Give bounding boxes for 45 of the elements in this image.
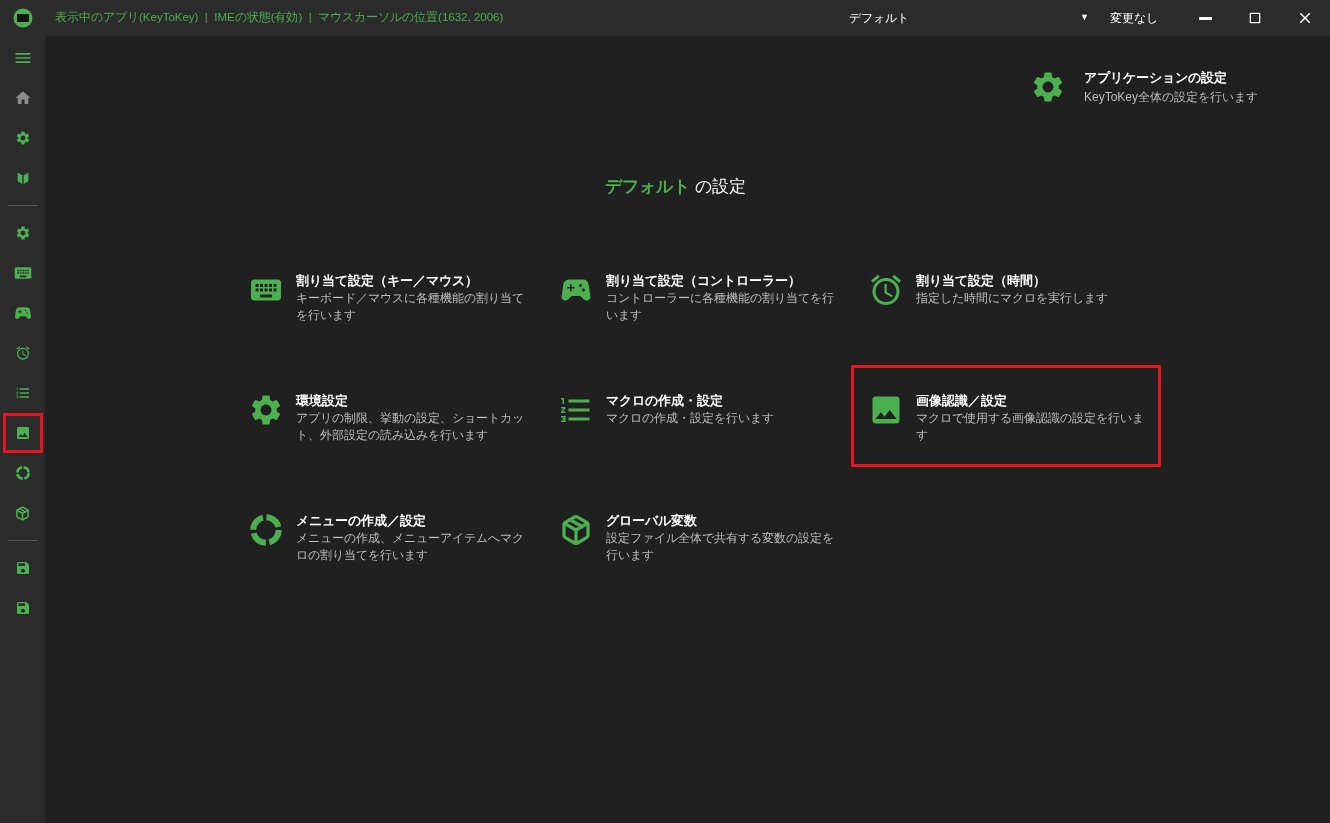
home-icon xyxy=(13,89,32,107)
settings-card[interactable]: グローバル変数 設定ファイル全体で共有する変数の設定を行います xyxy=(541,485,851,588)
status-text: 表示中のアプリ(KeyToKey) | IMEの状態(有効) | マウスカーソルの位置(1632, 2006) xyxy=(55,10,504,26)
card-title: 画像認識／設定 xyxy=(916,393,1008,411)
image-icon xyxy=(14,425,31,441)
numbered-list-icon xyxy=(14,385,31,401)
app-settings-link[interactable]: アプリケーションの設定 KeyToKey全体の設定を行います xyxy=(1029,69,1258,106)
card-title: 割り当て設定（時間） xyxy=(916,273,1047,291)
maximize-icon xyxy=(1247,10,1263,26)
card-description: キーボード／マウスに各種機能の割り当てを行います xyxy=(296,290,524,325)
card-description: マクロで使用する画像認識の設定を行います xyxy=(916,410,1144,445)
card-description: メニューの作成、メニューアイテムへマクロの割り当てを行います xyxy=(296,530,524,565)
settings-card[interactable]: 割り当て設定（コントローラー） コントローラーに各種機能の割り当てを行います xyxy=(541,245,851,348)
card-description: アプリの制限、挙動の設定、ショートカット、外部設定の読み込みを行います xyxy=(296,410,524,445)
alarm-clock-icon xyxy=(14,345,31,361)
card-title: 環境設定 xyxy=(296,393,349,411)
gear-icon xyxy=(14,130,31,146)
card-description: 指定した時間にマクロを実行します xyxy=(916,290,1109,308)
settings-card[interactable]: 割り当て設定（時間） 指定した時間にマクロを実行します xyxy=(851,245,1161,348)
profile-dropdown[interactable]: デフォルト ▼ xyxy=(849,9,1089,27)
settings-card[interactable]: メニューの作成／設定 メニューの作成、メニューアイテムへマクロの割り当てを行います xyxy=(231,485,541,588)
change-status: 変更なし xyxy=(1110,10,1158,27)
settings-card[interactable]: マクロの作成・設定 マクロの作成・設定を行います xyxy=(541,365,851,468)
page-heading: デフォルト の設定 xyxy=(605,175,746,198)
settings-card[interactable]: 画像認識／設定 マクロで使用する画像認識の設定を行います xyxy=(851,365,1161,468)
save-icon xyxy=(14,600,31,616)
settings-card[interactable]: 環境設定 アプリの制限、挙動の設定、ショートカット、外部設定の読み込みを行います xyxy=(231,365,541,468)
card-description: 設定ファイル全体で共有する変数の設定を行います xyxy=(606,530,834,565)
ring-icon xyxy=(248,512,284,549)
minimize-icon xyxy=(1198,16,1212,20)
card-title: 割り当て設定（キー／マウス） xyxy=(296,273,479,291)
card-description: マクロの作成・設定を行います xyxy=(606,410,775,428)
card-title: メニューの作成／設定 xyxy=(296,513,427,531)
card-title: グローバル変数 xyxy=(606,512,698,531)
settings-card[interactable]: 割り当て設定（キー／マウス） キーボード／マウスに各種機能の割り当てを行います xyxy=(231,245,541,348)
gear-icon xyxy=(14,225,31,241)
card-title: 割り当て設定（コントローラー） xyxy=(606,273,802,291)
card-title: マクロの作成・設定 xyxy=(606,393,724,411)
app-logo-icon xyxy=(12,8,33,28)
sidebar-item[interactable] xyxy=(2,413,43,453)
box-icon xyxy=(560,514,592,547)
ring-icon xyxy=(14,465,31,481)
save-icon xyxy=(14,560,31,576)
box-icon xyxy=(15,505,30,521)
card-description: コントローラーに各種機能の割り当てを行います xyxy=(606,290,834,325)
